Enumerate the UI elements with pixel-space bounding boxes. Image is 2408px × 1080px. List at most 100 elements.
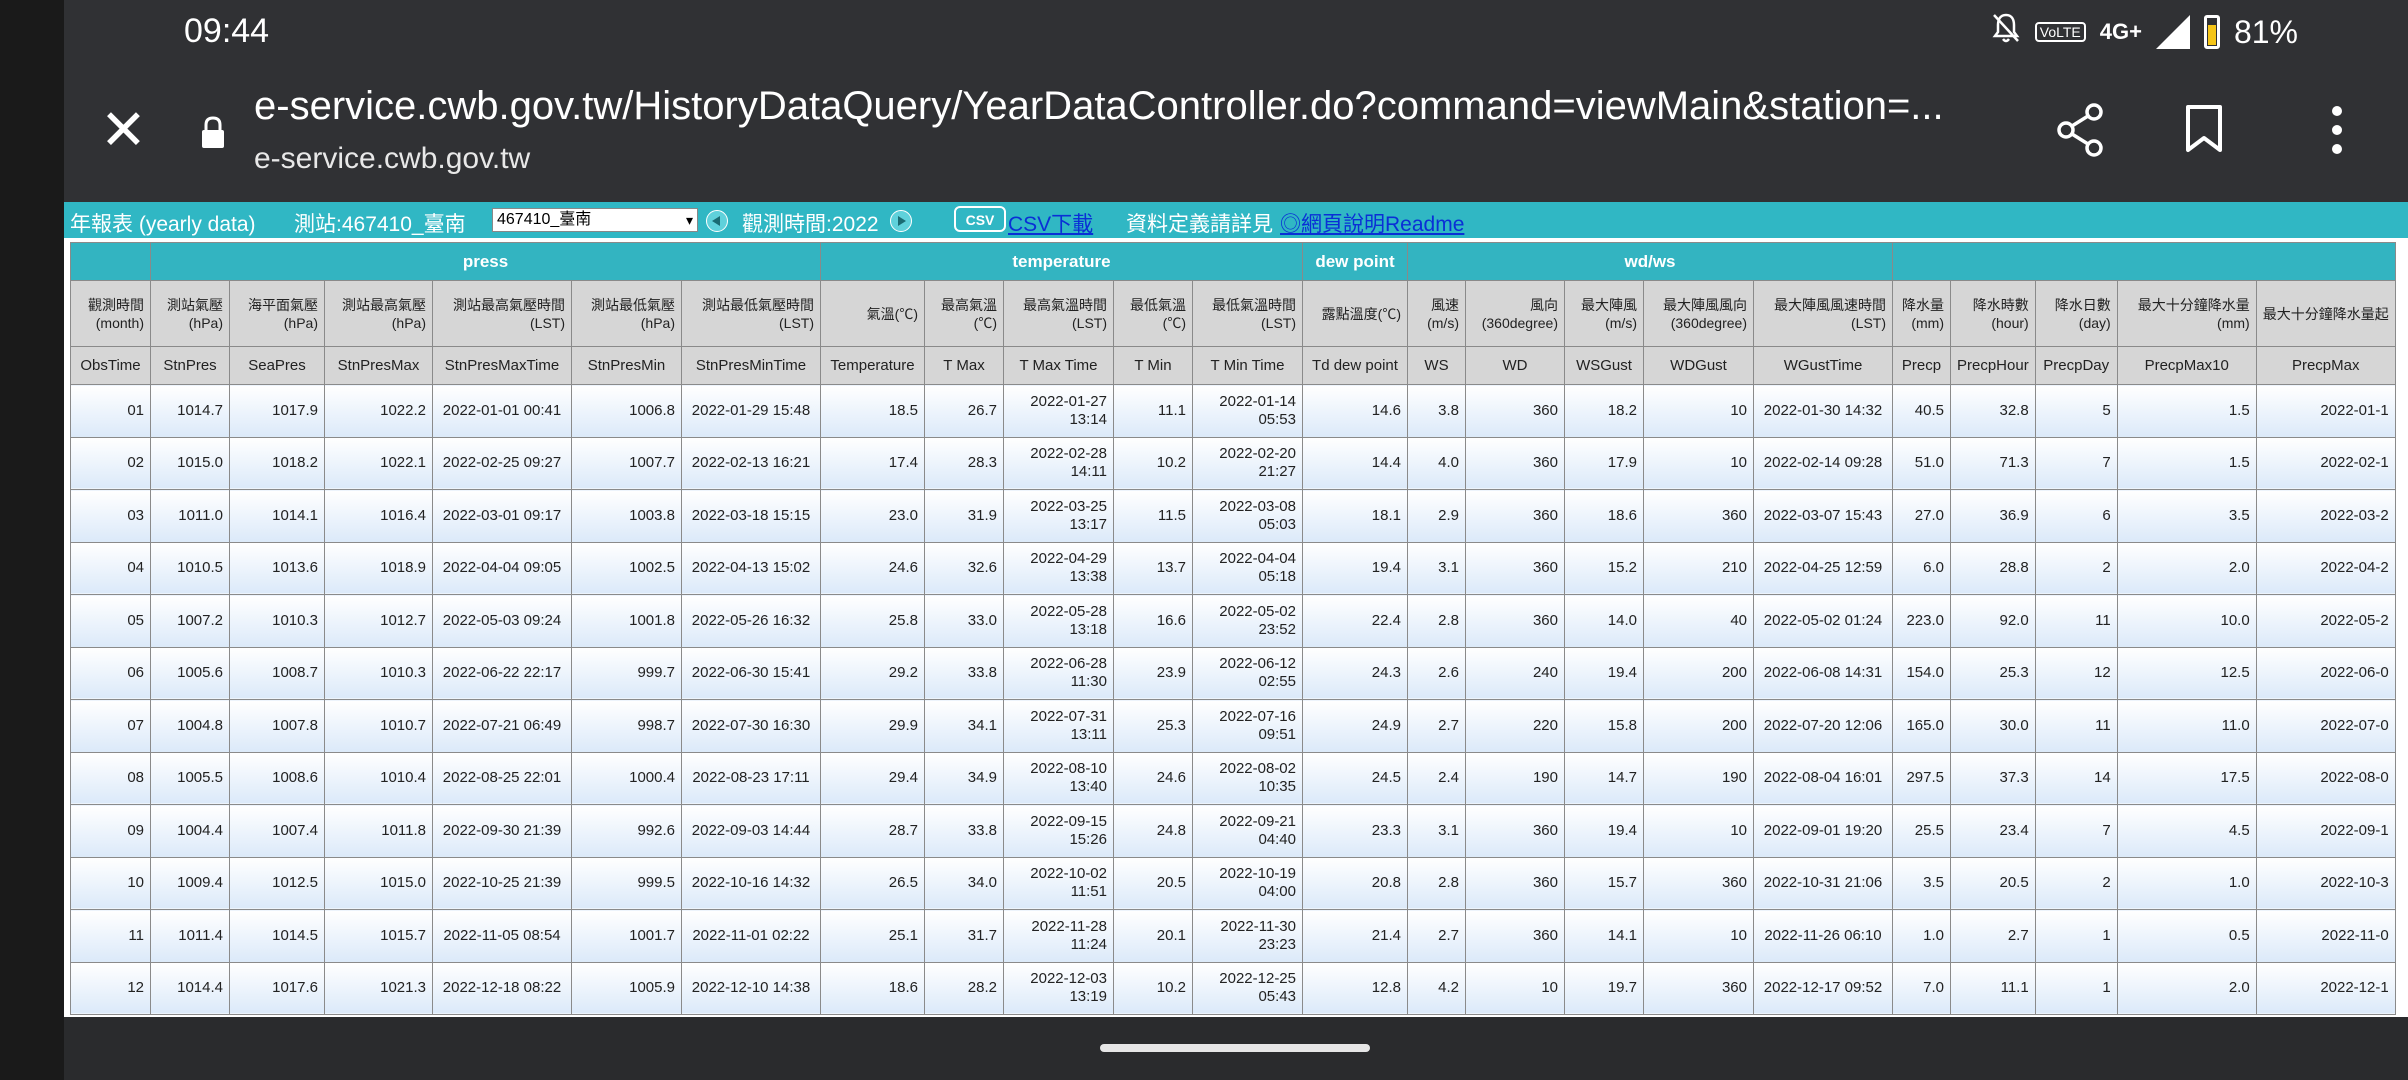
status-bar: 09:44 VoLTE 4G+ 81% [64, 0, 2408, 62]
volte-icon: VoLTE [2034, 22, 2086, 42]
table-row: 08 1005.5 1008.6 1010.4 2022-08-25 22:01 1000… [70, 751, 2396, 805]
zh-header-cell: 觀測時間(month) [70, 280, 151, 347]
table-row: 09 1004.4 1007.4 1011.8 2022-09-30 21:39 992.… [70, 804, 2396, 858]
table-cell: 1012.7 [324, 594, 433, 648]
table-cell: 1005.6 [150, 646, 230, 700]
table-row: 01 1014.7 1017.9 1022.2 2022-01-01 00:41 1006… [70, 384, 2396, 438]
table-cell: 999.5 [571, 856, 682, 910]
share-icon[interactable] [2054, 102, 2106, 163]
en-header-cell: T Min [1113, 346, 1193, 385]
bookmark-icon[interactable] [2184, 104, 2224, 159]
table-cell: 1001.7 [571, 909, 682, 963]
en-header-cell: WS [1407, 346, 1466, 385]
station-select[interactable]: 467410_臺南 ▾ [492, 208, 698, 232]
zh-header-cell: 最低氣溫時間(LST) [1192, 280, 1303, 347]
table-cell: 20.8 [1302, 856, 1408, 910]
en-header-cell: T Max [924, 346, 1004, 385]
next-year-icon[interactable] [890, 210, 912, 232]
table-cell: 1010.4 [324, 751, 433, 805]
station-select-value: 467410_臺南 [497, 211, 592, 228]
en-header-cell: Temperature [820, 346, 925, 385]
table-cell: 360 [1465, 489, 1565, 543]
table-cell: 1012.5 [229, 856, 325, 910]
table-cell: 1007.2 [150, 594, 230, 648]
table-cell: 18.2 [1564, 384, 1644, 438]
zh-header-cell: 降水量(mm) [1892, 280, 1951, 347]
readme-link[interactable]: ◎網頁說明Readme [1280, 208, 1464, 238]
table-cell: 23.4 [1950, 804, 2036, 858]
table-cell: 1014.7 [150, 384, 230, 438]
table-cell: 25.3 [1113, 699, 1193, 753]
table-cell: 92.0 [1950, 594, 2036, 648]
en-header-cell: T Max Time [1003, 346, 1114, 385]
table-cell: 1002.5 [571, 541, 682, 595]
table-cell: 2022-01-27 13:14 [1003, 384, 1114, 438]
table-cell: 05 [70, 594, 151, 648]
table-cell: 4.0 [1407, 436, 1466, 490]
table-cell: 20.5 [1113, 856, 1193, 910]
zh-header-row: 觀測時間(month) 測站氣壓(hPa) 海平面氣壓(hPa) 測站最高氣壓(hPa… [70, 280, 2396, 347]
table-cell: 2022-12-18 08:22 [432, 961, 572, 1015]
table-cell: 1010.3 [229, 594, 325, 648]
table-cell: 28.8 [1950, 541, 2036, 595]
table-cell: 2022-09-03 14:44 [681, 804, 821, 858]
lock-icon[interactable] [200, 116, 226, 150]
csv-icon[interactable]: CSV [954, 206, 1006, 232]
table-cell: 2022-03-25 13:17 [1003, 489, 1114, 543]
group-dew-point: dew point [1302, 242, 1408, 281]
table-cell: 3.1 [1407, 804, 1466, 858]
table-cell: 11 [2034, 699, 2118, 753]
zh-header-cell: 最大十分鐘降水量起 [2255, 280, 2396, 347]
table-cell: 1014.5 [229, 909, 325, 963]
url-text[interactable]: e-service.cwb.gov.tw/HistoryDataQuery/Ye… [254, 84, 1944, 129]
table-cell: 31.7 [924, 909, 1004, 963]
more-options-icon[interactable] [2332, 106, 2342, 163]
zh-header-cell: 最高氣溫(℃) [924, 280, 1004, 347]
close-tab-icon[interactable]: ✕ [100, 102, 147, 158]
group-temperature: temperature [820, 242, 1303, 281]
table-cell: 2022-04-13 15:02 [681, 541, 821, 595]
table-cell: 2022-01-30 14:32 [1753, 384, 1893, 438]
network-type: 4G+ [2099, 19, 2142, 44]
table-cell: 1.0 [1892, 909, 1951, 963]
table-cell: 2022-08-0 [2255, 751, 2396, 805]
table-cell: 999.7 [571, 646, 682, 700]
table-cell: 32.6 [924, 541, 1004, 595]
table-cell: 37.3 [1950, 751, 2036, 805]
table-cell: 2022-02-25 09:27 [432, 436, 572, 490]
en-header-cell: StnPres [150, 346, 230, 385]
table-row: 10 1009.4 1012.5 1015.0 2022-10-25 21:39 999.… [70, 856, 2396, 910]
en-header-cell: StnPresMinTime [681, 346, 821, 385]
zh-header-cell: 最大十分鐘降水量(mm) [2116, 280, 2257, 347]
table-cell: 1018.2 [229, 436, 325, 490]
table-cell: 2022-10-25 21:39 [432, 856, 572, 910]
table-cell: 2022-11-30 23:23 [1192, 909, 1303, 963]
table-cell: 2022-05-03 09:24 [432, 594, 572, 648]
en-header-row: ObsTime StnPres SeaPres StnPresMax StnPresMa… [70, 346, 2396, 385]
table-cell: 2022-05-26 16:32 [681, 594, 821, 648]
table-cell: 2.7 [1407, 909, 1466, 963]
table-cell: 11.1 [1113, 384, 1193, 438]
table-cell: 33.8 [924, 804, 1004, 858]
table-cell: 2022-02-28 14:11 [1003, 436, 1114, 490]
home-handle[interactable] [1100, 1044, 1370, 1052]
table-cell: 2022-05-02 23:52 [1192, 594, 1303, 648]
prev-station-icon[interactable] [706, 210, 728, 232]
table-cell: 360 [1465, 384, 1565, 438]
table-cell: 7 [2034, 804, 2118, 858]
table-cell: 28.2 [924, 961, 1004, 1015]
table-cell: 15.2 [1564, 541, 1644, 595]
table-cell: 25.8 [820, 594, 925, 648]
table-cell: 1009.4 [150, 856, 230, 910]
zh-header-cell: 最低氣溫(℃) [1113, 280, 1193, 347]
table-cell: 1008.7 [229, 646, 325, 700]
table-cell: 14.7 [1564, 751, 1644, 805]
en-header-cell: SeaPres [229, 346, 325, 385]
table-cell: 1007.8 [229, 699, 325, 753]
url-domain[interactable]: e-service.cwb.gov.tw [254, 142, 530, 176]
table-cell: 26.7 [924, 384, 1004, 438]
table-cell: 360 [1465, 541, 1565, 595]
table-cell: 25.1 [820, 909, 925, 963]
csv-download-link[interactable]: CSV下載 [1008, 208, 1093, 238]
table-cell: 2022-05-02 01:24 [1753, 594, 1893, 648]
